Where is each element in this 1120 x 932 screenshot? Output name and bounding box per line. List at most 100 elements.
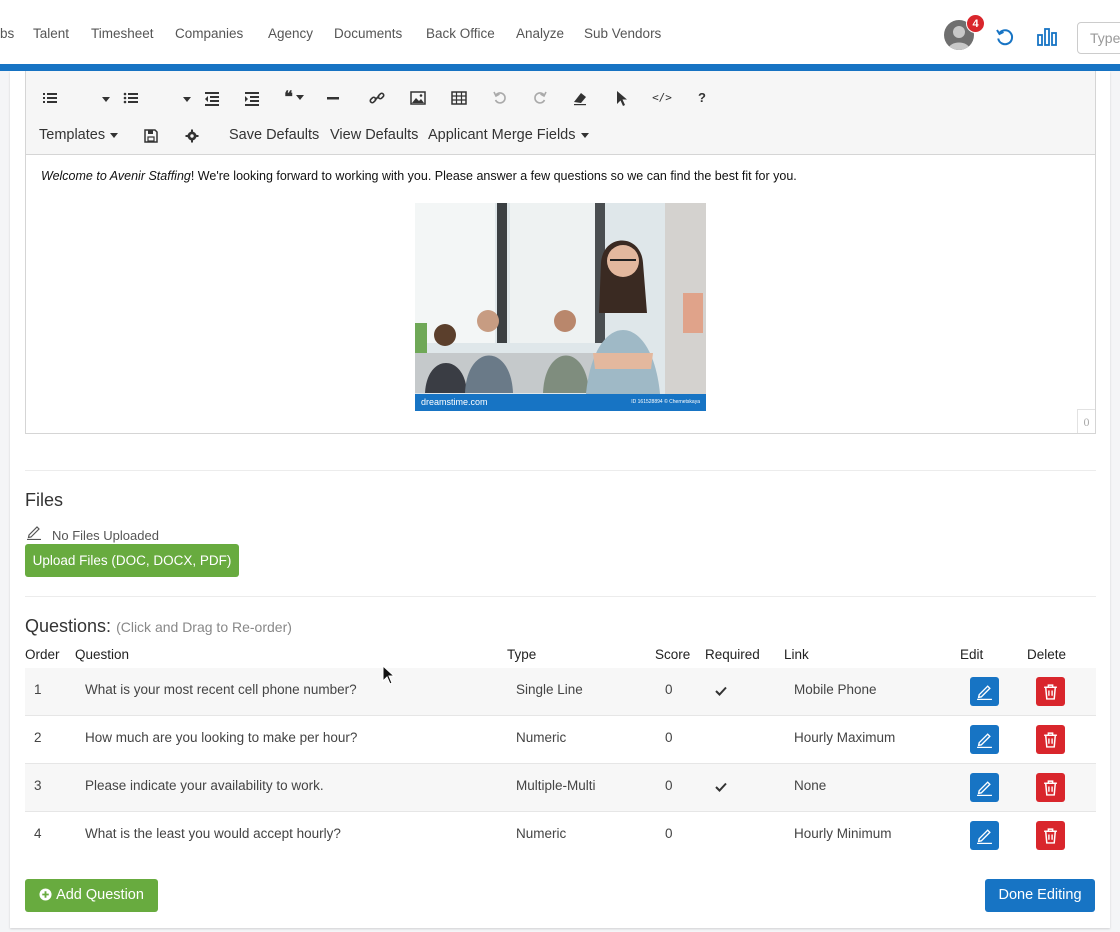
code-icon[interactable]: </> <box>650 89 674 107</box>
row-link: Hourly Minimum <box>794 826 892 841</box>
row-type: Numeric <box>516 730 567 745</box>
col-order: Order <box>25 647 60 662</box>
add-question-label: Add Question <box>56 887 144 903</box>
delete-question-button[interactable] <box>1036 725 1065 754</box>
ordered-list-icon[interactable] <box>41 89 59 107</box>
row-score: 0 <box>665 682 673 697</box>
nav-accent-bar <box>0 64 1120 71</box>
image-watermark-bar: dreamstime.com ID 161528894 © Chernetska… <box>415 394 706 411</box>
analytics-icon[interactable] <box>1036 26 1058 48</box>
nav-item-companies[interactable]: Companies <box>175 26 243 41</box>
nav-item-jobs[interactable]: bs <box>0 26 14 41</box>
top-navigation: bs Talent Timesheet Companies Agency Doc… <box>0 0 1120 64</box>
row-order: 2 <box>34 730 42 745</box>
edit-question-button[interactable] <box>970 677 999 706</box>
trash-icon <box>1044 780 1057 796</box>
unordered-list-icon[interactable] <box>122 89 140 107</box>
row-link: Hourly Maximum <box>794 730 896 745</box>
eraser-icon[interactable] <box>571 89 589 107</box>
view-defaults-button[interactable]: View Defaults <box>330 127 418 143</box>
undo-icon[interactable] <box>491 89 509 107</box>
row-type: Numeric <box>516 826 567 841</box>
nav-item-timesheet[interactable]: Timesheet <box>91 26 154 41</box>
horizontal-rule-icon[interactable] <box>324 89 342 107</box>
image-watermark-text: dreamstime.com <box>421 397 488 407</box>
edit-question-button[interactable] <box>970 773 999 802</box>
nav-item-analyze[interactable]: Analyze <box>516 26 564 41</box>
pencil-icon[interactable] <box>26 524 42 540</box>
nav-item-back-office[interactable]: Back Office <box>426 26 495 41</box>
row-question: What is the least you would accept hourl… <box>85 826 341 841</box>
questions-table-header: Order Question Type Score Required Link … <box>25 647 1096 667</box>
blockquote-icon[interactable]: ❝ <box>280 89 308 107</box>
delete-question-button[interactable] <box>1036 821 1065 850</box>
questions-title-text: Questions: <box>25 616 112 636</box>
row-score: 0 <box>665 730 673 745</box>
gear-icon[interactable] <box>183 127 201 145</box>
editor-toolbar: ❝ </> ? Templates Save Defaults View Def… <box>26 71 1095 155</box>
pointer-icon[interactable] <box>612 89 630 107</box>
welcome-italic-text: Welcome to Avenir Staffing <box>41 169 191 183</box>
table-row[interactable]: 4 What is the least you would accept hou… <box>25 812 1096 860</box>
pencil-icon <box>977 829 992 844</box>
welcome-text: Welcome to Avenir Staffing! We're lookin… <box>41 169 797 183</box>
add-question-button[interactable]: Add Question <box>25 879 158 912</box>
unordered-list-dropdown-icon[interactable] <box>175 89 193 107</box>
link-icon[interactable] <box>368 89 386 107</box>
save-defaults-button[interactable]: Save Defaults <box>229 127 319 143</box>
image-id-text: ID 161528894 © Chernetskaya <box>631 399 700 405</box>
notification-badge[interactable]: 4 <box>966 14 985 33</box>
trash-icon <box>1044 732 1057 748</box>
outdent-icon[interactable] <box>203 89 221 107</box>
redo-icon[interactable] <box>531 89 549 107</box>
plus-circle-icon <box>39 888 52 901</box>
table-row[interactable]: 1 What is your most recent cell phone nu… <box>25 668 1096 716</box>
nav-item-agency[interactable]: Agency <box>268 26 313 41</box>
delete-question-button[interactable] <box>1036 677 1065 706</box>
table-icon[interactable] <box>450 89 468 107</box>
no-files-status: No Files Uploaded <box>52 528 159 543</box>
office-team-image[interactable]: dreamstime.com ID 161528894 © Chernetska… <box>415 203 706 411</box>
indent-icon[interactable] <box>243 89 261 107</box>
col-type: Type <box>507 647 537 662</box>
edit-question-button[interactable] <box>970 821 999 850</box>
delete-question-button[interactable] <box>1036 773 1065 802</box>
edit-question-button[interactable] <box>970 725 999 754</box>
questions-hint: (Click and Drag to Re-order) <box>116 619 292 635</box>
table-row[interactable]: 3 Please indicate your availability to w… <box>25 764 1096 812</box>
table-row[interactable]: 2 How much are you looking to make per h… <box>25 716 1096 764</box>
row-type: Single Line <box>516 682 583 697</box>
nav-item-documents[interactable]: Documents <box>334 26 402 41</box>
templates-dropdown[interactable]: Templates <box>39 127 119 143</box>
done-editing-button[interactable]: Done Editing <box>985 879 1095 912</box>
image-icon[interactable] <box>409 89 427 107</box>
row-type: Multiple-Multi <box>516 778 596 793</box>
editor-content-area[interactable]: Welcome to Avenir Staffing! We're lookin… <box>26 155 1095 433</box>
row-link: None <box>794 778 827 793</box>
col-link: Link <box>784 647 809 662</box>
templates-label: Templates <box>39 127 106 143</box>
col-score: Score <box>655 647 691 662</box>
rich-text-editor: ❝ </> ? Templates Save Defaults View Def… <box>25 71 1096 434</box>
row-question: What is your most recent cell phone numb… <box>85 682 357 697</box>
upload-files-button[interactable]: Upload Files (DOC, DOCX, PDF) <box>25 544 239 577</box>
character-count: 0 <box>1077 409 1095 433</box>
row-score: 0 <box>665 826 673 841</box>
ordered-list-dropdown-icon[interactable] <box>94 89 112 107</box>
search-input[interactable]: Type <box>1077 22 1120 54</box>
pencil-icon <box>977 781 992 796</box>
nav-item-talent[interactable]: Talent <box>33 26 69 41</box>
merge-fields-dropdown[interactable]: Applicant Merge Fields <box>428 127 589 143</box>
nav-item-sub-vendors[interactable]: Sub Vendors <box>584 26 661 41</box>
questions-title: Questions: (Click and Drag to Re-order) <box>25 616 292 637</box>
help-icon[interactable]: ? <box>693 89 711 107</box>
row-order: 3 <box>34 778 42 793</box>
row-score: 0 <box>665 778 673 793</box>
row-question: How much are you looking to make per hou… <box>85 730 358 745</box>
save-icon[interactable] <box>142 127 160 145</box>
trash-icon <box>1044 684 1057 700</box>
welcome-body-text: ! We're looking forward to working with … <box>190 169 797 183</box>
pencil-icon <box>977 733 992 748</box>
refresh-icon[interactable] <box>994 26 1016 48</box>
required-check-icon <box>715 686 727 696</box>
